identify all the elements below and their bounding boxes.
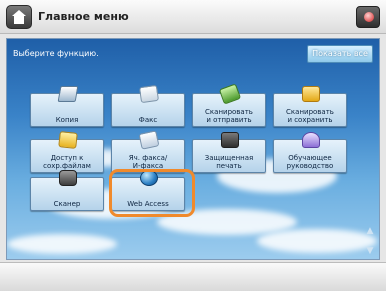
tile-secure-print[interactable]: Защищенная печать: [192, 132, 266, 173]
scanner-icon: [59, 170, 77, 186]
home-icon[interactable]: [6, 5, 32, 29]
stored-files-icon: [58, 131, 78, 149]
device-screen: Главное меню Выберите функцию. Показать …: [0, 0, 386, 291]
tile-label: Обучающее руководство: [286, 154, 334, 170]
tile-scan-save[interactable]: Сканировать и сохранить: [273, 86, 347, 127]
tile-scan-send[interactable]: Сканировать и отправить: [192, 83, 266, 127]
main-menu-area: Выберите функцию. Показать все Копия Фак…: [6, 38, 380, 260]
tile-label: Сканировать и отправить: [205, 108, 253, 124]
scan-send-icon: [218, 83, 242, 105]
tile-stored-files[interactable]: Доступ к сохр.файлам: [30, 131, 104, 173]
tile-fax-inbox[interactable]: Яч. факса/ И-факса: [111, 130, 185, 173]
tile-label: Копия: [55, 116, 79, 124]
tile-label: Доступ к сохр.файлам: [43, 154, 91, 170]
tile-label: Защищенная печать: [204, 154, 254, 170]
tile-label: Сканер: [53, 200, 81, 208]
fax-inbox-icon: [138, 130, 160, 150]
fax-icon: [138, 84, 160, 104]
instruction-text: Выберите функцию.: [13, 49, 99, 58]
secure-print-icon: [221, 132, 239, 148]
status-monitor-icon: [364, 12, 374, 22]
tile-label: Сканировать и сохранить: [286, 108, 334, 124]
tile-fax[interactable]: Факс: [111, 84, 185, 127]
show-all-button[interactable]: Показать все: [307, 45, 373, 63]
tile-training[interactable]: Обучающее руководство: [273, 132, 347, 173]
scroll-down-button[interactable]: ▼: [363, 243, 377, 259]
scan-save-icon: [302, 86, 320, 102]
training-icon: [302, 132, 320, 148]
status-bar: [0, 262, 386, 291]
page-title: Главное меню: [38, 10, 129, 23]
scroll-up-button[interactable]: ▲: [363, 223, 377, 239]
tile-label: Яч. факса/ И-факса: [128, 154, 168, 170]
tile-label: Факс: [138, 116, 158, 124]
tile-scanner[interactable]: Сканер: [30, 170, 104, 211]
copy-icon: [57, 86, 79, 102]
highlight-frame: [109, 169, 195, 217]
title-bar: Главное меню: [0, 0, 386, 34]
tile-copy[interactable]: Копия: [30, 86, 104, 127]
status-monitor-button[interactable]: [356, 6, 380, 28]
